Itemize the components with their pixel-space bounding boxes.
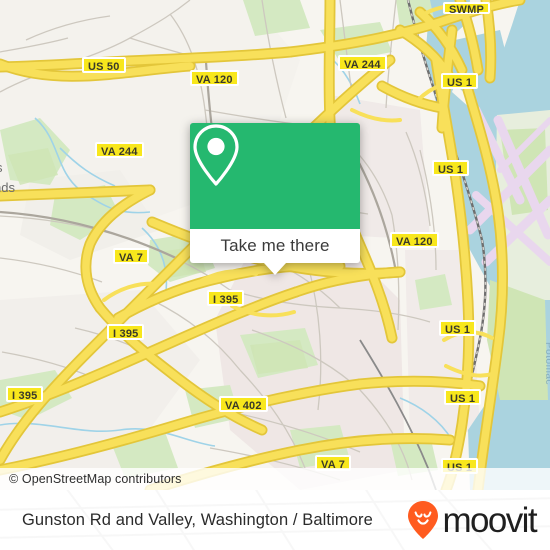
road-shield: I 395 — [107, 324, 145, 340]
road-shield: SWMP — [443, 2, 491, 16]
road-shield-label: VA 120 — [396, 236, 433, 248]
road-shield-label: US 1 — [438, 164, 464, 176]
road-shield: I 395 — [207, 290, 245, 306]
road-shield: VA 120 — [390, 232, 439, 248]
road-shield: VA 244 — [338, 55, 387, 71]
road-shield-label: US 1 — [447, 77, 473, 89]
take-me-there-label: Take me there — [220, 236, 330, 255]
road-shield-label: US 50 — [88, 61, 120, 73]
water-label: Potomac — [543, 342, 550, 385]
road-shield: VA 402 — [219, 396, 268, 412]
road-shield-label: VA 120 — [196, 74, 233, 86]
road-shield-label: I 395 — [12, 390, 38, 402]
road-shield: US 50 — [82, 57, 126, 73]
moovit-pin-icon — [407, 501, 438, 539]
road-shield-label: VA 244 — [101, 146, 138, 158]
place-title: Gunston Rd and Valley, Washington / Balt… — [22, 510, 373, 529]
road-shield: US 1 — [432, 160, 470, 176]
map-screenshot: s nds Potomac US 50VA 120VA 244US 1SWMPV… — [0, 0, 550, 550]
bottom-info-bar: Gunston Rd and Valley, Washington / Balt… — [0, 490, 550, 550]
road-shield: US 1 — [439, 320, 477, 336]
map-canvas[interactable]: s nds Potomac US 50VA 120VA 244US 1SWMPV… — [0, 0, 550, 490]
road-shield: VA 120 — [190, 70, 239, 86]
take-me-there-button[interactable]: Take me there — [190, 229, 360, 263]
popup-header — [190, 123, 360, 229]
road-shield-label: US 1 — [450, 393, 476, 405]
road-shield: US 1 — [441, 73, 479, 89]
moovit-logo[interactable]: moovit — [407, 500, 538, 540]
road-shield-label: SWMP — [449, 4, 485, 16]
popup-pointer — [264, 263, 286, 275]
road-shield-label: US 1 — [445, 324, 471, 336]
road-shield: VA 7 — [113, 248, 150, 264]
road-shield: VA 244 — [95, 142, 144, 158]
road-shield-label: VA 244 — [344, 59, 381, 71]
road-shield-label: I 395 — [113, 328, 139, 340]
road-shield-label: I 395 — [213, 294, 239, 306]
road-shield: US 1 — [444, 389, 482, 405]
road-shield: I 395 — [6, 386, 44, 402]
destination-popup[interactable]: Take me there — [190, 123, 360, 275]
osm-attribution[interactable]: © OpenStreetMap contributors — [0, 468, 550, 490]
road-shield-label: VA 402 — [225, 400, 262, 412]
moovit-wordmark: moovit — [442, 500, 538, 540]
road-shield-label: VA 7 — [119, 252, 144, 264]
map-pin-icon — [193, 124, 239, 186]
